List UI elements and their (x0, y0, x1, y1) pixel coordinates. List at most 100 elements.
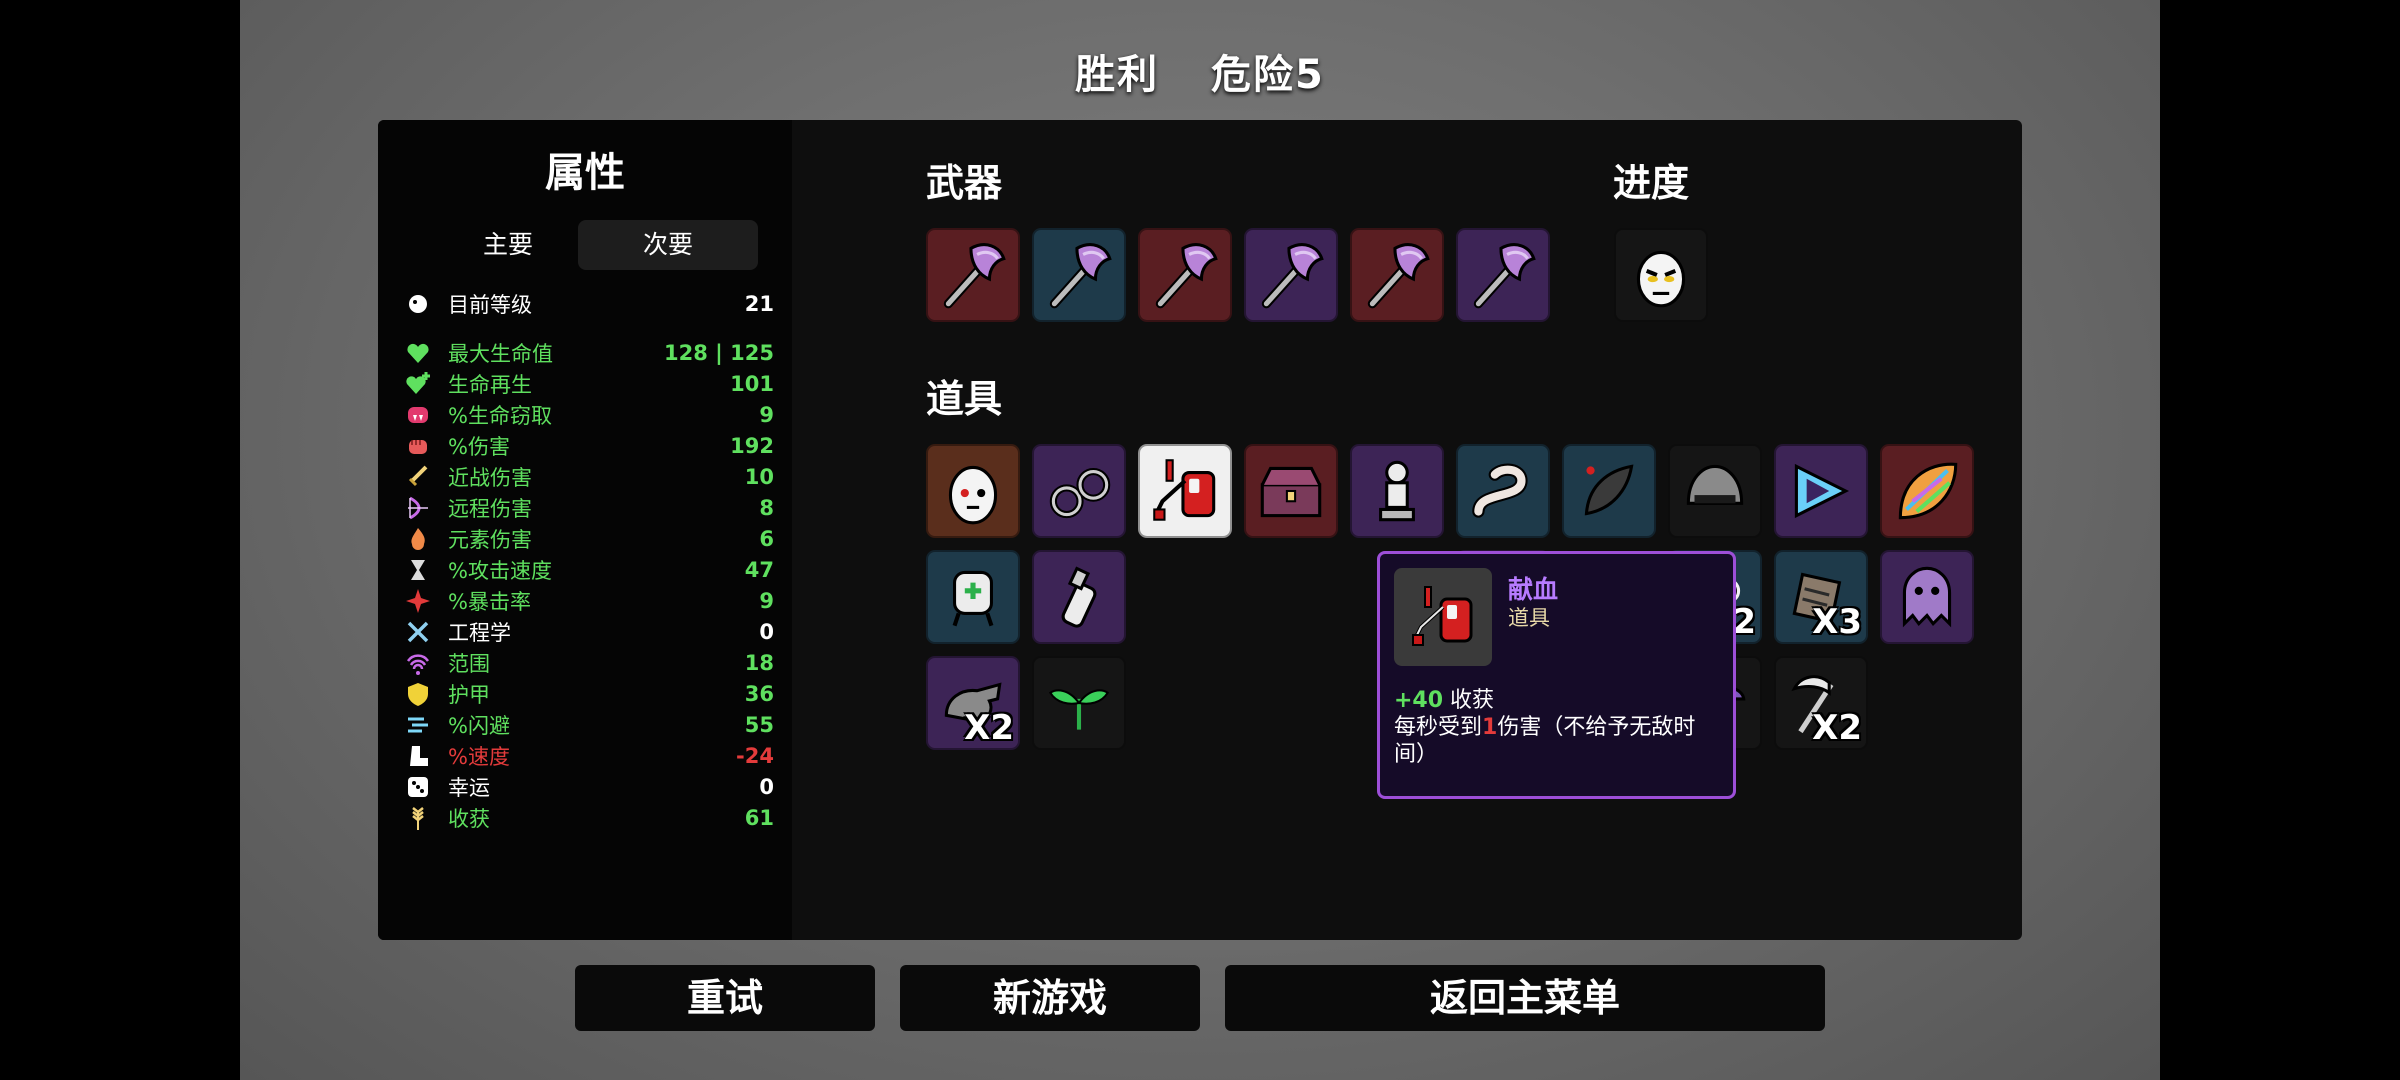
weapons-title: 武器 (926, 161, 1003, 205)
stat-value: 192 (730, 433, 774, 458)
item-slot[interactable] (1774, 444, 1868, 538)
bottle-icon (1038, 556, 1120, 638)
item-slot[interactable] (1880, 550, 1974, 644)
weapon-slot[interactable] (926, 228, 1020, 322)
weapon-slot[interactable] (1032, 228, 1126, 322)
handcuffs-icon (1038, 450, 1120, 532)
stat-list: 目前等级 21 最大生命值 128 | 125 生命再生 101 %生命窃取 9 %伤害 192 近… (404, 288, 774, 833)
harvest-label: 收获 (1443, 688, 1495, 713)
weapon-slot[interactable] (1138, 228, 1232, 322)
new-game-button[interactable]: 新游戏 (900, 965, 1200, 1031)
flame-icon (404, 525, 432, 553)
stat-row: 护甲 36 (404, 678, 774, 709)
axe-icon (1462, 234, 1544, 316)
stat-value: -24 (736, 743, 774, 768)
stat-name: 收获 (448, 806, 490, 831)
stat-name: 最大生命值 (448, 341, 553, 366)
item-slot[interactable] (1032, 550, 1126, 644)
stat-row: %攻击速度 47 (404, 554, 774, 585)
medic-robot-icon (932, 556, 1014, 638)
hourglass-icon (404, 556, 432, 584)
item-slot[interactable] (926, 550, 1020, 644)
retry-button[interactable]: 重试 (575, 965, 875, 1031)
stat-row: %暴击率 9 (404, 585, 774, 616)
damage-prefix: 每秒受到 (1394, 715, 1483, 740)
item-slot[interactable]: X2 (926, 656, 1020, 750)
stat-value: 101 (730, 371, 774, 396)
weapon-slot[interactable] (1244, 228, 1338, 322)
item-slot[interactable] (1456, 444, 1550, 538)
bow-icon (404, 494, 432, 522)
tab-primary-stats[interactable]: 主要 (418, 220, 598, 270)
item-count: X3 (1812, 602, 1862, 642)
item-slot[interactable] (926, 444, 1020, 538)
blood-bag-icon (1144, 450, 1226, 532)
stat-row: 最大生命值 128 | 125 (404, 337, 774, 368)
stat-value: 18 (744, 650, 774, 675)
stat-value: 61 (744, 805, 774, 830)
item-slot[interactable]: X3 (1774, 550, 1868, 644)
stat-value: 0 (759, 619, 774, 644)
item-slot[interactable] (1244, 444, 1338, 538)
range-icon (404, 649, 432, 677)
stat-name: 护甲 (448, 682, 490, 707)
weapon-slot[interactable] (1350, 228, 1444, 322)
tab-secondary-stats[interactable]: 次要 (578, 220, 758, 270)
worm-icon (1462, 450, 1544, 532)
sprout-icon (1038, 662, 1120, 744)
stat-row: %速度 -24 (404, 740, 774, 771)
progress-title: 进度 (1613, 161, 1690, 205)
stat-row: 远程伤害 8 (404, 492, 774, 523)
stat-row: %伤害 192 (404, 430, 774, 461)
item-slot[interactable]: X2 (1774, 656, 1868, 750)
stat-value: 128 | 125 (664, 340, 774, 365)
item-slot[interactable] (1138, 444, 1232, 538)
triangle-gem-icon (1780, 450, 1862, 532)
shield-icon (404, 680, 432, 708)
stat-row: 生命再生 101 (404, 368, 774, 399)
run-result-title: 胜利 危险5 (240, 42, 2160, 100)
stat-row: 近战伤害 10 (404, 461, 774, 492)
progress-slot[interactable] (1614, 228, 1708, 322)
stat-row: 幸运 0 (404, 771, 774, 802)
stat-name: 目前等级 (448, 292, 532, 317)
stats-panel: 属性 主要 次要 目前等级 21 最大生命值 128 | 125 生命再生 101 %生命窃… (378, 120, 792, 940)
item-slot[interactable] (1880, 444, 1974, 538)
item-slot[interactable] (1668, 444, 1762, 538)
stat-name: %攻击速度 (448, 558, 552, 583)
stat-name: 元素伤害 (448, 527, 532, 552)
stat-name: %闪避 (448, 713, 510, 738)
item-slot[interactable] (1562, 444, 1656, 538)
stat-name: 近战伤害 (448, 465, 532, 490)
result-label: 胜利 (1075, 52, 1160, 98)
ghost-icon (1886, 556, 1968, 638)
stat-name: 幸运 (448, 775, 490, 800)
stat-row: 工程学 0 (404, 616, 774, 647)
stat-value: 9 (759, 402, 774, 427)
item-slot[interactable] (1350, 444, 1444, 538)
item-slot[interactable] (1032, 444, 1126, 538)
heart-icon (404, 339, 432, 367)
rainbow-leaf-icon (1886, 450, 1968, 532)
main-menu-button[interactable]: 返回主菜单 (1225, 965, 1825, 1031)
fist-icon (404, 432, 432, 460)
game-screen: 胜利 危险5 属性 主要 次要 目前等级 21 最大生命值 128 | 125 生命再生… (240, 0, 2160, 1080)
item-slot[interactable] (1032, 656, 1126, 750)
egg-face-icon (932, 450, 1014, 532)
stat-value: 9 (759, 588, 774, 613)
blood-bag-icon (1412, 586, 1473, 646)
stat-name: %暴击率 (448, 589, 531, 614)
stat-name: %伤害 (448, 434, 510, 459)
stat-name: 远程伤害 (448, 496, 532, 521)
dodge-icon (404, 711, 432, 739)
tooltip-effect-harvest: +40 收获 (1394, 682, 1494, 714)
danger-label: 危险5 (1211, 52, 1325, 98)
axe-icon (1038, 234, 1120, 316)
stat-row: 目前等级 21 (404, 288, 774, 319)
stat-value: 21 (744, 291, 774, 316)
stat-value: 55 (744, 712, 774, 737)
weapon-slot[interactable] (1456, 228, 1550, 322)
angry-egg-icon (1620, 234, 1702, 316)
stat-row: 收获 61 (404, 802, 774, 833)
axe-icon (1144, 234, 1226, 316)
